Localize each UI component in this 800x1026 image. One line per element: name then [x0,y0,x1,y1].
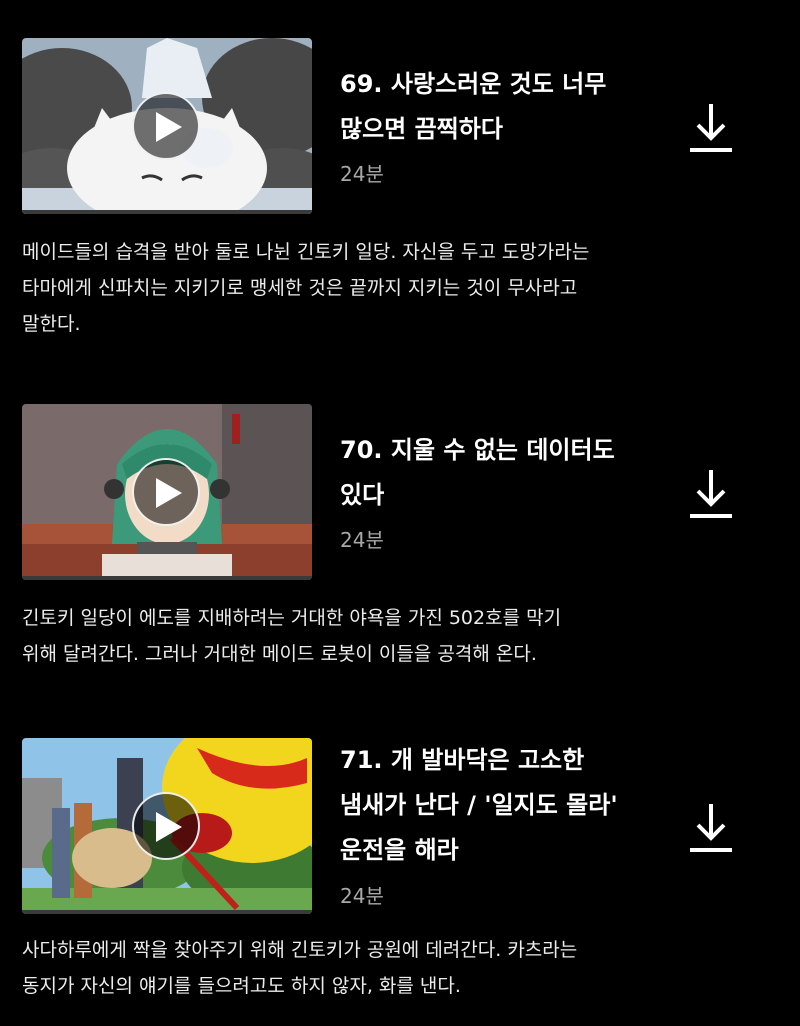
episode-thumbnail[interactable] [22,38,312,214]
episode-item[interactable]: 71. 개 발바닥은 고소한 냄새가 난다 / '일지도 몰라' 운전을 해라 … [0,700,800,1026]
progress-bar [22,576,312,580]
episode-title[interactable]: 70. 지울 수 없는 데이터도 있다 [340,428,640,518]
episode-thumbnail[interactable] [22,738,312,914]
download-button[interactable] [688,100,734,154]
episode-duration: 24분 [340,884,384,908]
episode-duration: 24분 [340,162,384,186]
episode-item[interactable]: 70. 지울 수 없는 데이터도 있다 24분 긴토키 일당이 에도를 지배하려… [0,366,800,696]
play-icon [156,112,182,142]
episode-title[interactable]: 71. 개 발바닥은 고소한 냄새가 난다 / '일지도 몰라' 운전을 해라 [340,738,640,873]
progress-bar [22,210,312,214]
download-icon [690,470,732,518]
download-icon [690,804,732,852]
play-icon [156,812,182,842]
play-button[interactable] [132,792,200,860]
episode-item[interactable]: 69. 사랑스러운 것도 너무 많으면 끔찍하다 24분 메이드들의 습격을 받… [0,0,800,360]
progress-bar [22,910,312,914]
episode-duration: 24분 [340,528,384,552]
download-icon [690,104,732,152]
download-button[interactable] [688,466,734,520]
episode-description: 긴토키 일당이 에도를 지배하려는 거대한 야욕을 가진 502호를 막기 위해… [22,607,562,665]
download-button[interactable] [688,800,734,854]
episode-thumbnail[interactable] [22,404,312,580]
play-icon [156,478,182,508]
play-button[interactable] [132,92,200,160]
episode-title[interactable]: 69. 사랑스러운 것도 너무 많으면 끔찍하다 [340,62,640,152]
episode-description: 메이드들의 습격을 받아 둘로 나뉜 긴토키 일당. 자신을 두고 도망가라는 … [22,241,590,335]
episode-description: 사다하루에게 짝을 찾아주기 위해 긴토키가 공원에 데려간다. 카츠라는 동지… [22,939,578,997]
play-button[interactable] [132,458,200,526]
